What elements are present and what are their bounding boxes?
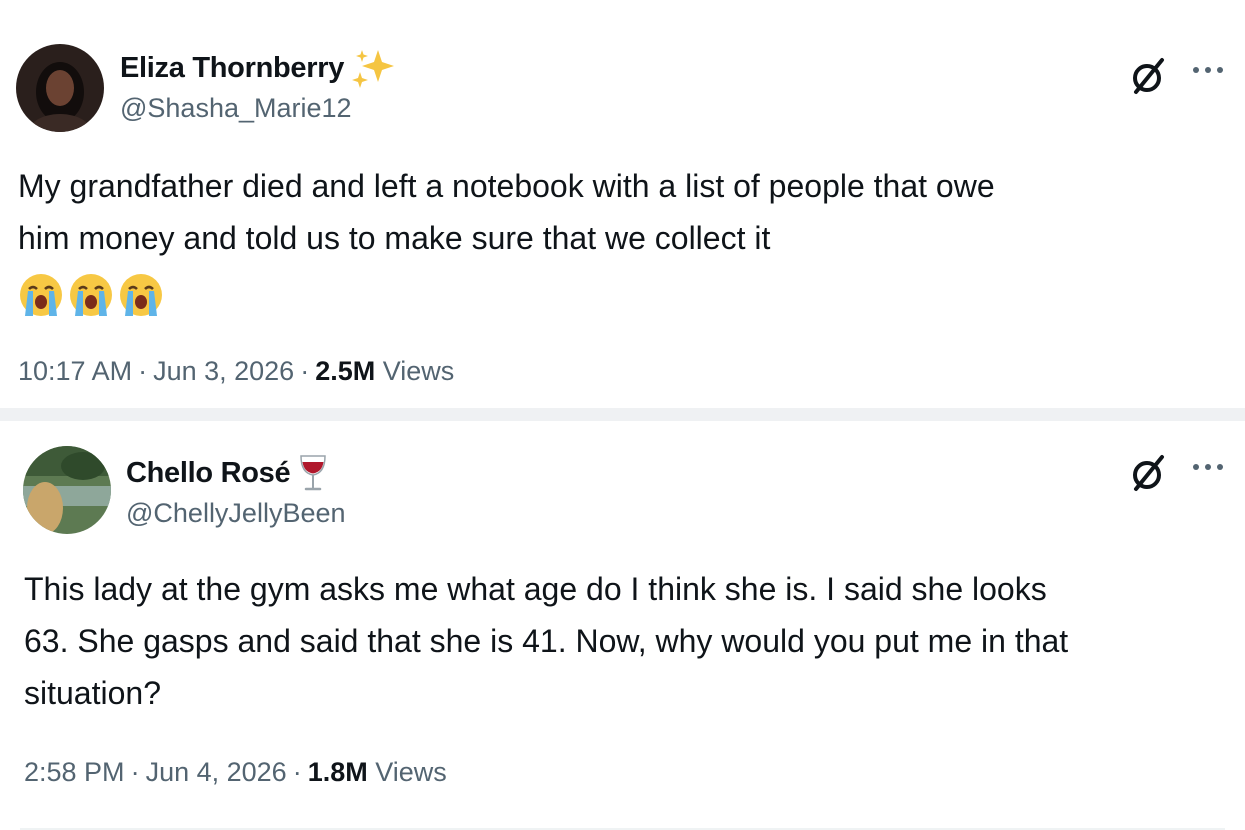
tweet-text: This lady at the gym asks me what age do…	[24, 571, 1069, 711]
author-name-row[interactable]: Chello Rosé	[126, 453, 328, 493]
meta-separator: ·	[138, 356, 148, 386]
author-name-row[interactable]: Eliza Thornberry	[120, 48, 396, 88]
author-name[interactable]: Chello Rosé	[126, 457, 291, 490]
meta-separator: ·	[300, 356, 310, 386]
tweet-text: My grandfather died and left a notebook …	[18, 168, 995, 256]
wine-glass-icon	[300, 455, 327, 491]
meta-separator: ·	[292, 757, 302, 787]
loudly-crying-face-icon	[70, 274, 112, 316]
tweet-card[interactable]: Eliza Thornberry @Shasha_Marie12 My gran…	[0, 0, 1245, 408]
tweet-meta: 2:58 PM · Jun 4, 2026 · 1.8M Views	[24, 757, 447, 788]
loudly-crying-face-icon	[120, 274, 162, 316]
views-label: Views	[382, 356, 455, 386]
more-options-icon[interactable]	[1188, 60, 1228, 80]
sparkles-icon	[352, 50, 395, 88]
meta-separator: ·	[130, 757, 140, 787]
tweet-divider	[0, 408, 1245, 421]
tweet-date[interactable]: Jun 4, 2026	[146, 757, 287, 787]
author-handle[interactable]: @ChellyJellyBeen	[126, 498, 346, 529]
grok-icon[interactable]	[1128, 56, 1168, 96]
avatar-image	[23, 446, 111, 534]
grok-icon[interactable]	[1128, 453, 1168, 493]
author-name[interactable]: Eliza Thornberry	[120, 52, 344, 85]
views-count: 2.5M	[315, 356, 376, 386]
views-label: Views	[375, 757, 447, 787]
tweet-card[interactable]: Chello Rosé @ChellyJellyBeen This lady a…	[0, 421, 1245, 830]
views-count: 1.8M	[307, 757, 368, 787]
avatar-image	[16, 44, 104, 132]
tweet-meta: 10:17 AM · Jun 3, 2026 · 2.5M Views	[18, 356, 454, 387]
more-options-icon[interactable]	[1188, 457, 1228, 477]
tweet-time[interactable]: 10:17 AM	[18, 356, 132, 386]
tweet-date[interactable]: Jun 3, 2026	[153, 356, 294, 386]
tweet-time[interactable]: 2:58 PM	[24, 757, 125, 787]
author-handle[interactable]: @Shasha_Marie12	[120, 93, 352, 124]
loudly-crying-face-icon	[20, 274, 62, 316]
avatar[interactable]	[23, 446, 111, 534]
emoji-row	[18, 272, 164, 318]
avatar[interactable]	[16, 44, 104, 132]
